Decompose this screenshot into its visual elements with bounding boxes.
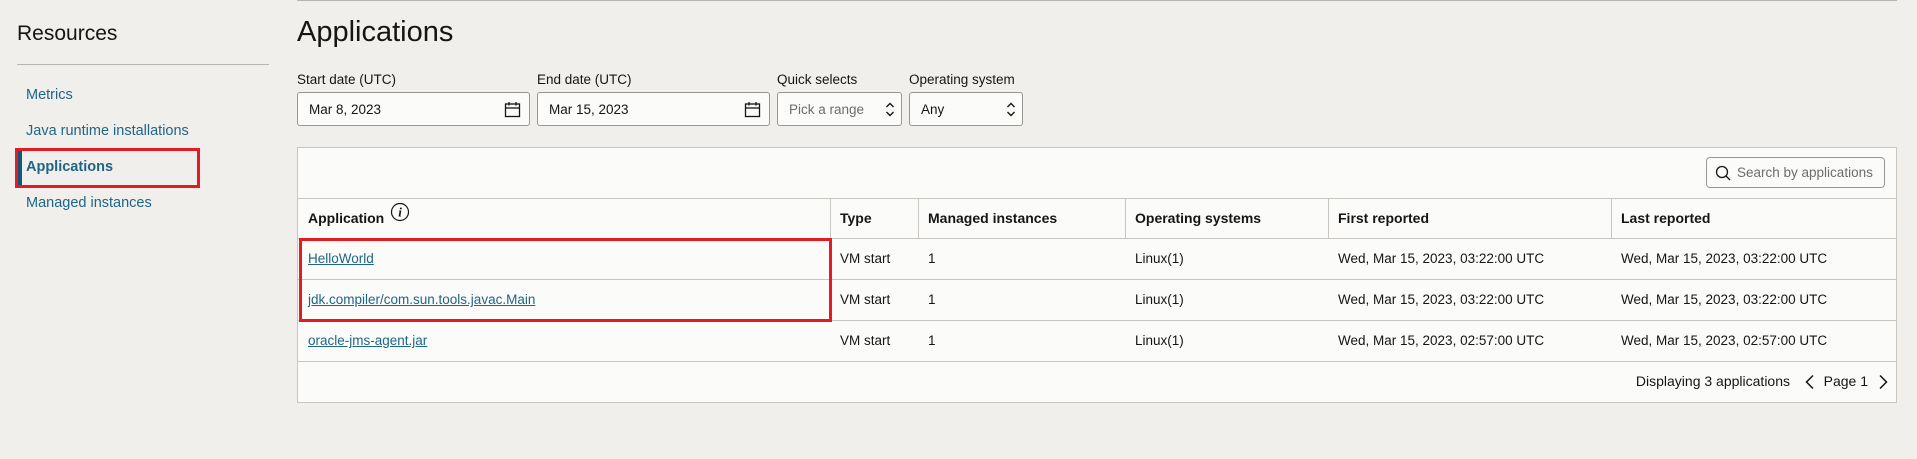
search-placeholder: Search by applications <box>1737 165 1873 180</box>
active-nav-indicator <box>17 149 22 186</box>
type-cell: VM start <box>840 251 891 266</box>
column-header-operating-systems[interactable]: Operating systems <box>1125 199 1328 238</box>
last-reported-cell: Wed, Mar 15, 2023, 03:22:00 UTC <box>1621 251 1828 266</box>
column-header-type[interactable]: Type <box>830 199 918 238</box>
pagination-summary: Displaying 3 applications <box>1635 373 1790 389</box>
column-header-last-reported[interactable]: Last reported <box>1611 199 1896 238</box>
application-cell: oracle-jms-agent.jar <box>298 321 427 361</box>
type-cell: VM start <box>840 292 891 307</box>
start-date-value: Mar 8, 2023 <box>309 102 382 117</box>
table-row: oracle-jms-agent.jar VM start 1 Linux(1)… <box>298 321 1896 362</box>
start-date-field[interactable]: Mar 8, 2023 <box>297 92 530 126</box>
managed-instances-cell: 1 <box>928 292 936 307</box>
operating-system-dropdown[interactable]: Any <box>909 92 1023 126</box>
search-icon <box>1715 165 1731 186</box>
managed-instances-cell: 1 <box>928 251 936 266</box>
resources-title: Resources <box>17 22 118 45</box>
info-icon[interactable]: i <box>390 198 410 237</box>
application-link[interactable]: jdk.compiler/com.sun.tools.javac.Main <box>308 292 535 307</box>
table-row: jdk.compiler/com.sun.tools.javac.Main VM… <box>298 280 1896 321</box>
operating-systems-cell: Linux(1) <box>1135 251 1184 266</box>
quick-selects-label: Quick selects <box>777 72 858 87</box>
first-reported-cell: Wed, Mar 15, 2023, 02:57:00 UTC <box>1338 333 1545 348</box>
operating-systems-cell: Linux(1) <box>1135 333 1184 348</box>
top-divider <box>297 0 1897 1</box>
last-reported-cell: Wed, Mar 15, 2023, 03:22:00 UTC <box>1621 292 1828 307</box>
svg-text:i: i <box>398 205 402 220</box>
operating-system-value: Any <box>921 102 945 117</box>
start-date-label: Start date (UTC) <box>297 72 397 87</box>
first-reported-cell: Wed, Mar 15, 2023, 03:22:00 UTC <box>1338 292 1545 307</box>
sidebar-divider <box>17 64 269 65</box>
end-date-field[interactable]: Mar 15, 2023 <box>537 92 770 126</box>
sidebar-item-applications[interactable]: Applications <box>26 159 113 175</box>
quick-selects-placeholder: Pick a range <box>789 102 865 117</box>
table-header: Application i Type Managed instances Oper… <box>298 198 1896 239</box>
column-header-application[interactable]: Application i <box>298 199 830 238</box>
chevron-right-icon[interactable] <box>1877 374 1889 395</box>
column-header-first-reported[interactable]: First reported <box>1328 199 1611 238</box>
chevron-updown-icon <box>885 101 895 123</box>
applications-table-panel: Search by applications Application i Type… <box>297 147 1897 403</box>
application-cell: jdk.compiler/com.sun.tools.javac.Main <box>298 280 535 320</box>
first-reported-cell: Wed, Mar 15, 2023, 03:22:00 UTC <box>1338 251 1545 266</box>
column-header-managed-instances[interactable]: Managed instances <box>918 199 1125 238</box>
end-date-label: End date (UTC) <box>537 72 632 87</box>
sidebar-item-java-runtime-installations[interactable]: Java runtime installations <box>26 123 189 139</box>
managed-instances-cell: 1 <box>928 333 936 348</box>
operating-systems-cell: Linux(1) <box>1135 292 1184 307</box>
end-date-value: Mar 15, 2023 <box>549 102 629 117</box>
calendar-icon[interactable] <box>744 101 761 123</box>
sidebar-item-metrics[interactable]: Metrics <box>26 87 73 103</box>
application-link[interactable]: HelloWorld <box>308 251 374 266</box>
page-indicator: Page 1 <box>1823 373 1868 389</box>
type-cell: VM start <box>840 333 891 348</box>
table-row: HelloWorld VM start 1 Linux(1) Wed, Mar … <box>298 239 1896 280</box>
operating-system-label: Operating system <box>909 72 1015 87</box>
search-input[interactable]: Search by applications <box>1706 157 1885 188</box>
application-cell: HelloWorld <box>298 239 374 279</box>
page-title: Applications <box>297 16 454 48</box>
quick-selects-dropdown[interactable]: Pick a range <box>777 92 902 126</box>
chevron-left-icon[interactable] <box>1804 374 1816 395</box>
sidebar-item-managed-instances[interactable]: Managed instances <box>26 195 152 211</box>
calendar-icon[interactable] <box>504 101 521 123</box>
column-header-application-label: Application <box>308 210 385 226</box>
last-reported-cell: Wed, Mar 15, 2023, 02:57:00 UTC <box>1621 333 1828 348</box>
chevron-updown-icon <box>1006 101 1016 123</box>
application-link[interactable]: oracle-jms-agent.jar <box>308 333 427 348</box>
